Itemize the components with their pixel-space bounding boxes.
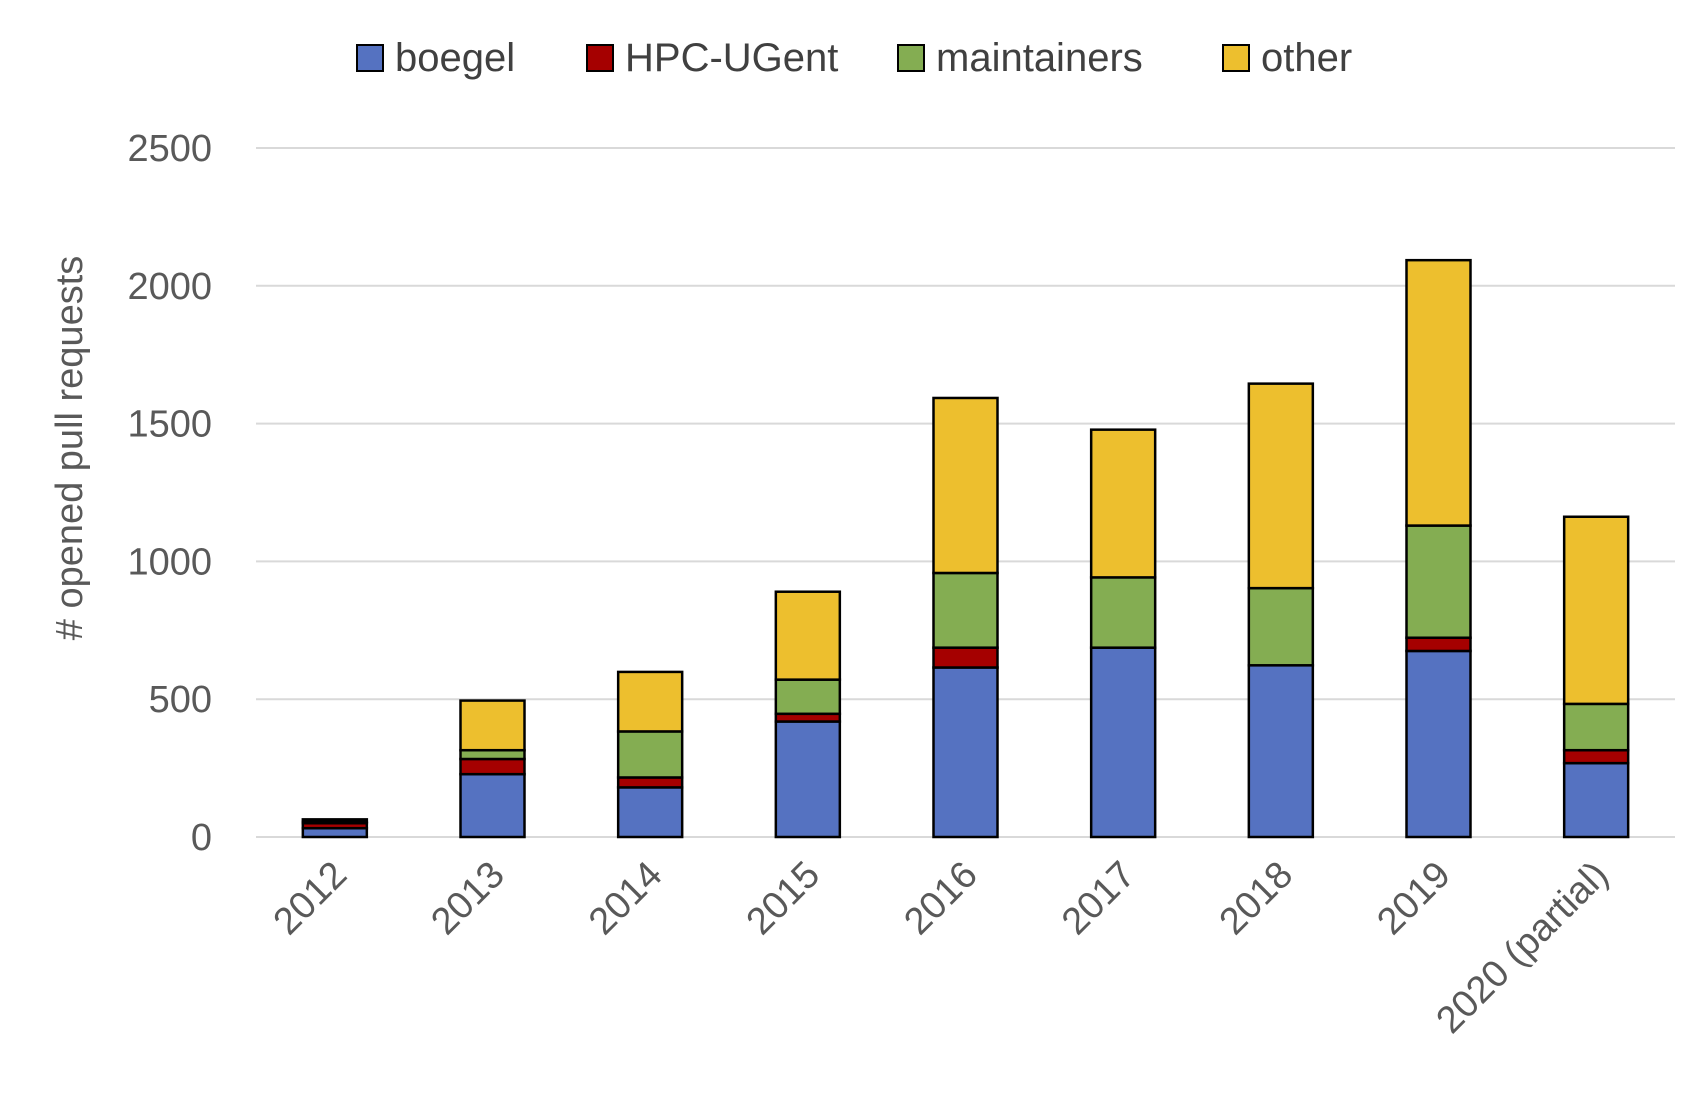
legend-swatch	[586, 44, 614, 72]
y-tick-label: 1000	[127, 541, 212, 583]
y-tick-label: 1500	[127, 404, 212, 446]
legend-swatch	[897, 44, 925, 72]
bar-stack	[616, 670, 684, 839]
bar-stack	[774, 590, 842, 839]
legend-swatch	[356, 44, 384, 72]
bar-hpc-ugent	[459, 757, 526, 776]
bar-maintainers	[1247, 586, 1315, 667]
bar-stack	[459, 699, 526, 839]
y-axis-title: # opened pull requests	[49, 256, 91, 641]
y-tick-label: 2000	[127, 266, 212, 308]
x-tick-label: 2016	[896, 854, 985, 943]
legend-label: other	[1261, 36, 1352, 80]
bar-stack	[932, 396, 999, 839]
bar-other	[1089, 428, 1157, 579]
bar-other	[301, 818, 369, 824]
bar-boegel	[301, 826, 369, 839]
stacked-bar-chart: boegel HPC-UGent maintainers other 0 500 1000…	[49, 36, 1675, 1042]
legend-item: other	[1222, 36, 1352, 80]
bar-boegel	[1247, 664, 1315, 839]
bar-other	[1562, 515, 1630, 706]
bar-maintainers	[1562, 702, 1630, 752]
bar-maintainers	[616, 730, 684, 779]
bar-maintainers	[459, 748, 526, 761]
x-tick-label: 2012	[266, 854, 355, 943]
bar-boegel	[932, 666, 999, 839]
y-axis-ticks: 0 500 1000 1500 2000 2500	[127, 128, 212, 859]
bar-other	[774, 590, 842, 681]
x-tick-label: 2018	[1212, 854, 1301, 943]
bar-boegel	[1405, 649, 1472, 839]
legend-item: boegel	[356, 36, 515, 80]
legend-swatch	[1222, 44, 1250, 72]
legend-label: HPC-UGent	[625, 36, 838, 80]
legend-label: boegel	[395, 36, 515, 80]
x-tick-label: 2019	[1369, 854, 1458, 943]
bar-stack	[301, 818, 369, 839]
legend-item: HPC-UGent	[586, 36, 838, 80]
bar-maintainers	[932, 571, 999, 649]
y-tick-label: 500	[149, 679, 212, 721]
x-tick-label: 2014	[581, 854, 670, 943]
y-tick-label: 2500	[127, 128, 212, 170]
bar-stack	[1089, 428, 1157, 839]
x-tick-label: 2013	[423, 854, 512, 943]
x-tick-label: 2017	[1054, 854, 1143, 943]
bar-maintainers	[1089, 576, 1157, 649]
bar-hpc-ugent	[1405, 636, 1472, 653]
bar-hpc-ugent	[616, 776, 684, 789]
bar-boegel	[616, 786, 684, 839]
bars	[301, 258, 1630, 839]
bar-stack	[1405, 258, 1472, 839]
bar-hpc-ugent	[1562, 748, 1630, 765]
bar-stack	[1247, 382, 1315, 839]
bar-other	[1405, 258, 1472, 527]
legend: boegel HPC-UGent maintainers other	[356, 36, 1352, 80]
y-tick-label: 0	[191, 817, 212, 859]
legend-label: maintainers	[936, 36, 1143, 80]
bar-other	[932, 396, 999, 575]
bar-boegel	[774, 720, 842, 839]
x-tick-label: 2015	[739, 854, 828, 943]
bar-maintainers	[1405, 524, 1472, 639]
bar-boegel	[1089, 646, 1157, 839]
legend-item: maintainers	[897, 36, 1143, 80]
bar-other	[616, 670, 684, 733]
x-axis-ticks: 2012 2013 2014 2015 2016 2017 2018 20192020 (pa…	[266, 854, 1617, 1042]
bar-boegel	[1562, 761, 1630, 839]
bar-boegel	[459, 772, 526, 839]
bar-maintainers	[774, 678, 842, 716]
bar-other	[459, 699, 526, 752]
bar-stack	[1562, 515, 1630, 839]
bar-other	[1247, 382, 1315, 590]
bar-hpc-ugent	[932, 646, 999, 669]
